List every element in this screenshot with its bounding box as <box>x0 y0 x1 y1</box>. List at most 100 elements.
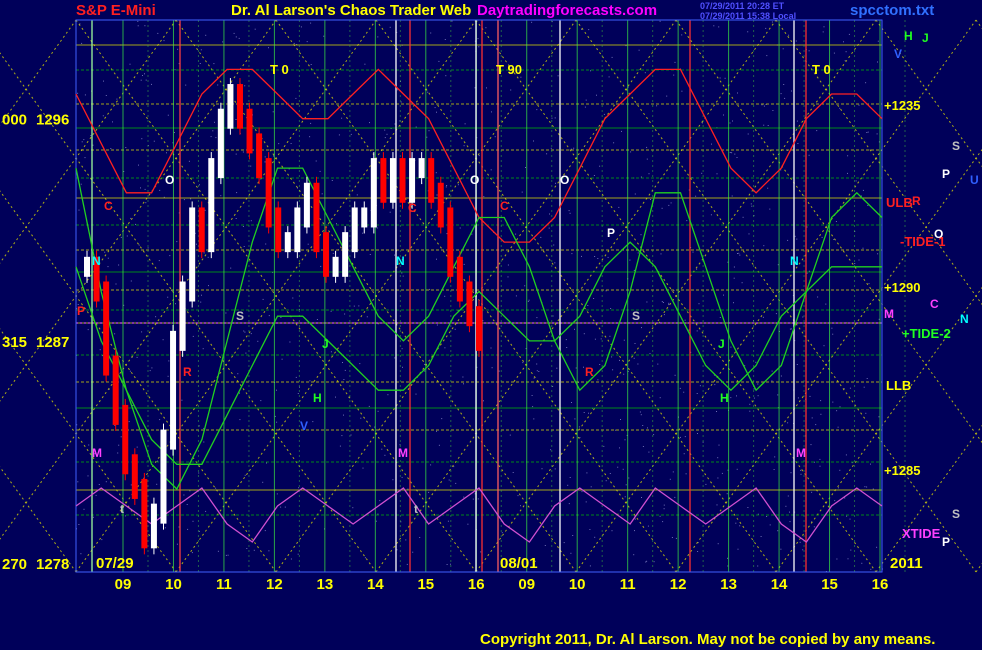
star-dot <box>800 473 802 475</box>
star-dot <box>571 253 573 255</box>
diagonal-grid-line <box>0 19 277 402</box>
chart-letter: t <box>414 502 418 516</box>
star-dot <box>648 173 650 175</box>
star-dot <box>98 484 100 485</box>
star-dot <box>624 496 626 498</box>
star-dot <box>213 63 215 65</box>
star-dot <box>155 316 157 318</box>
star-dot <box>176 543 178 545</box>
star-dot <box>876 546 878 548</box>
star-dot <box>264 156 266 158</box>
star-dot <box>733 302 734 304</box>
star-dot <box>309 380 311 382</box>
star-dot <box>237 373 239 375</box>
star-dot <box>588 29 590 31</box>
star-dot <box>107 257 109 259</box>
star-dot <box>877 61 878 63</box>
star-dot <box>767 187 769 189</box>
star-dot <box>653 434 655 436</box>
star-dot <box>394 254 395 256</box>
star-dot <box>441 418 443 420</box>
star-dot <box>434 107 436 109</box>
star-dot <box>733 266 735 268</box>
star-dot <box>833 239 835 240</box>
star-dot <box>517 495 519 497</box>
star-dot <box>644 72 646 74</box>
star-dot <box>280 317 282 318</box>
star-dot <box>734 153 736 155</box>
star-dot <box>436 258 437 260</box>
star-dot <box>844 60 846 62</box>
star-dot <box>201 294 202 296</box>
star-dot <box>330 310 332 312</box>
star-dot <box>674 496 676 498</box>
star-dot <box>659 397 661 399</box>
star-dot <box>176 241 178 243</box>
star-dot <box>864 486 866 488</box>
y-axis-tick-left: 000 <box>2 112 27 129</box>
planet-letter: R <box>912 194 921 208</box>
star-dot <box>570 552 572 554</box>
star-dot <box>833 52 835 54</box>
star-dot <box>298 487 300 489</box>
star-dot <box>490 169 492 171</box>
star-dot <box>866 378 868 379</box>
diagonal-grid-line <box>975 562 982 573</box>
star-dot <box>389 211 391 213</box>
star-dot <box>640 176 642 178</box>
star-dot <box>773 469 775 470</box>
star-dot <box>735 522 737 524</box>
star-dot <box>870 568 872 570</box>
star-dot <box>187 528 189 530</box>
x-axis-tick-label: 16 <box>872 576 889 593</box>
star-dot <box>78 524 80 525</box>
timestamp-1: 07/29/2011 20:28 ET <box>700 1 785 11</box>
star-dot <box>612 369 614 371</box>
star-dot <box>825 303 827 305</box>
star-dot <box>738 252 740 254</box>
price-bar <box>370 158 377 228</box>
star-dot <box>159 189 161 191</box>
star-dot <box>634 518 636 520</box>
star-dot <box>477 38 479 40</box>
star-dot <box>276 389 277 391</box>
star-dot <box>854 263 856 264</box>
star-dot <box>183 199 185 201</box>
chart-letter: N <box>790 254 799 268</box>
star-dot <box>415 393 417 395</box>
star-dot <box>819 465 821 467</box>
star-dot <box>145 202 147 204</box>
star-dot <box>697 551 699 552</box>
star-dot <box>674 374 676 376</box>
star-dot <box>637 363 639 365</box>
star-dot <box>436 111 437 113</box>
star-dot <box>242 151 244 153</box>
star-dot <box>674 61 676 63</box>
star-dot <box>87 475 89 477</box>
star-dot <box>646 560 648 562</box>
star-dot <box>369 254 371 255</box>
chart-title: Dr. Al Larson's Chaos Trader Web <box>231 2 472 19</box>
price-bar <box>456 256 463 302</box>
price-bar <box>217 108 224 179</box>
star-dot <box>369 122 370 124</box>
star-dot <box>620 419 621 420</box>
star-dot <box>668 302 670 304</box>
star-dot <box>646 301 648 303</box>
star-dot <box>683 391 685 393</box>
chart-letter: C <box>500 199 509 213</box>
star-dot <box>199 63 201 64</box>
chart-letter: J <box>322 337 329 351</box>
star-dot <box>81 42 83 44</box>
star-dot <box>242 226 244 227</box>
star-dot <box>639 411 641 413</box>
star-dot <box>611 530 613 532</box>
star-dot <box>210 136 212 138</box>
star-dot <box>747 31 749 33</box>
star-dot <box>554 262 556 264</box>
chart-letter: C <box>104 199 113 213</box>
star-dot <box>87 329 89 331</box>
star-dot <box>836 558 838 560</box>
star-dot <box>730 346 732 348</box>
price-bar <box>122 404 129 475</box>
